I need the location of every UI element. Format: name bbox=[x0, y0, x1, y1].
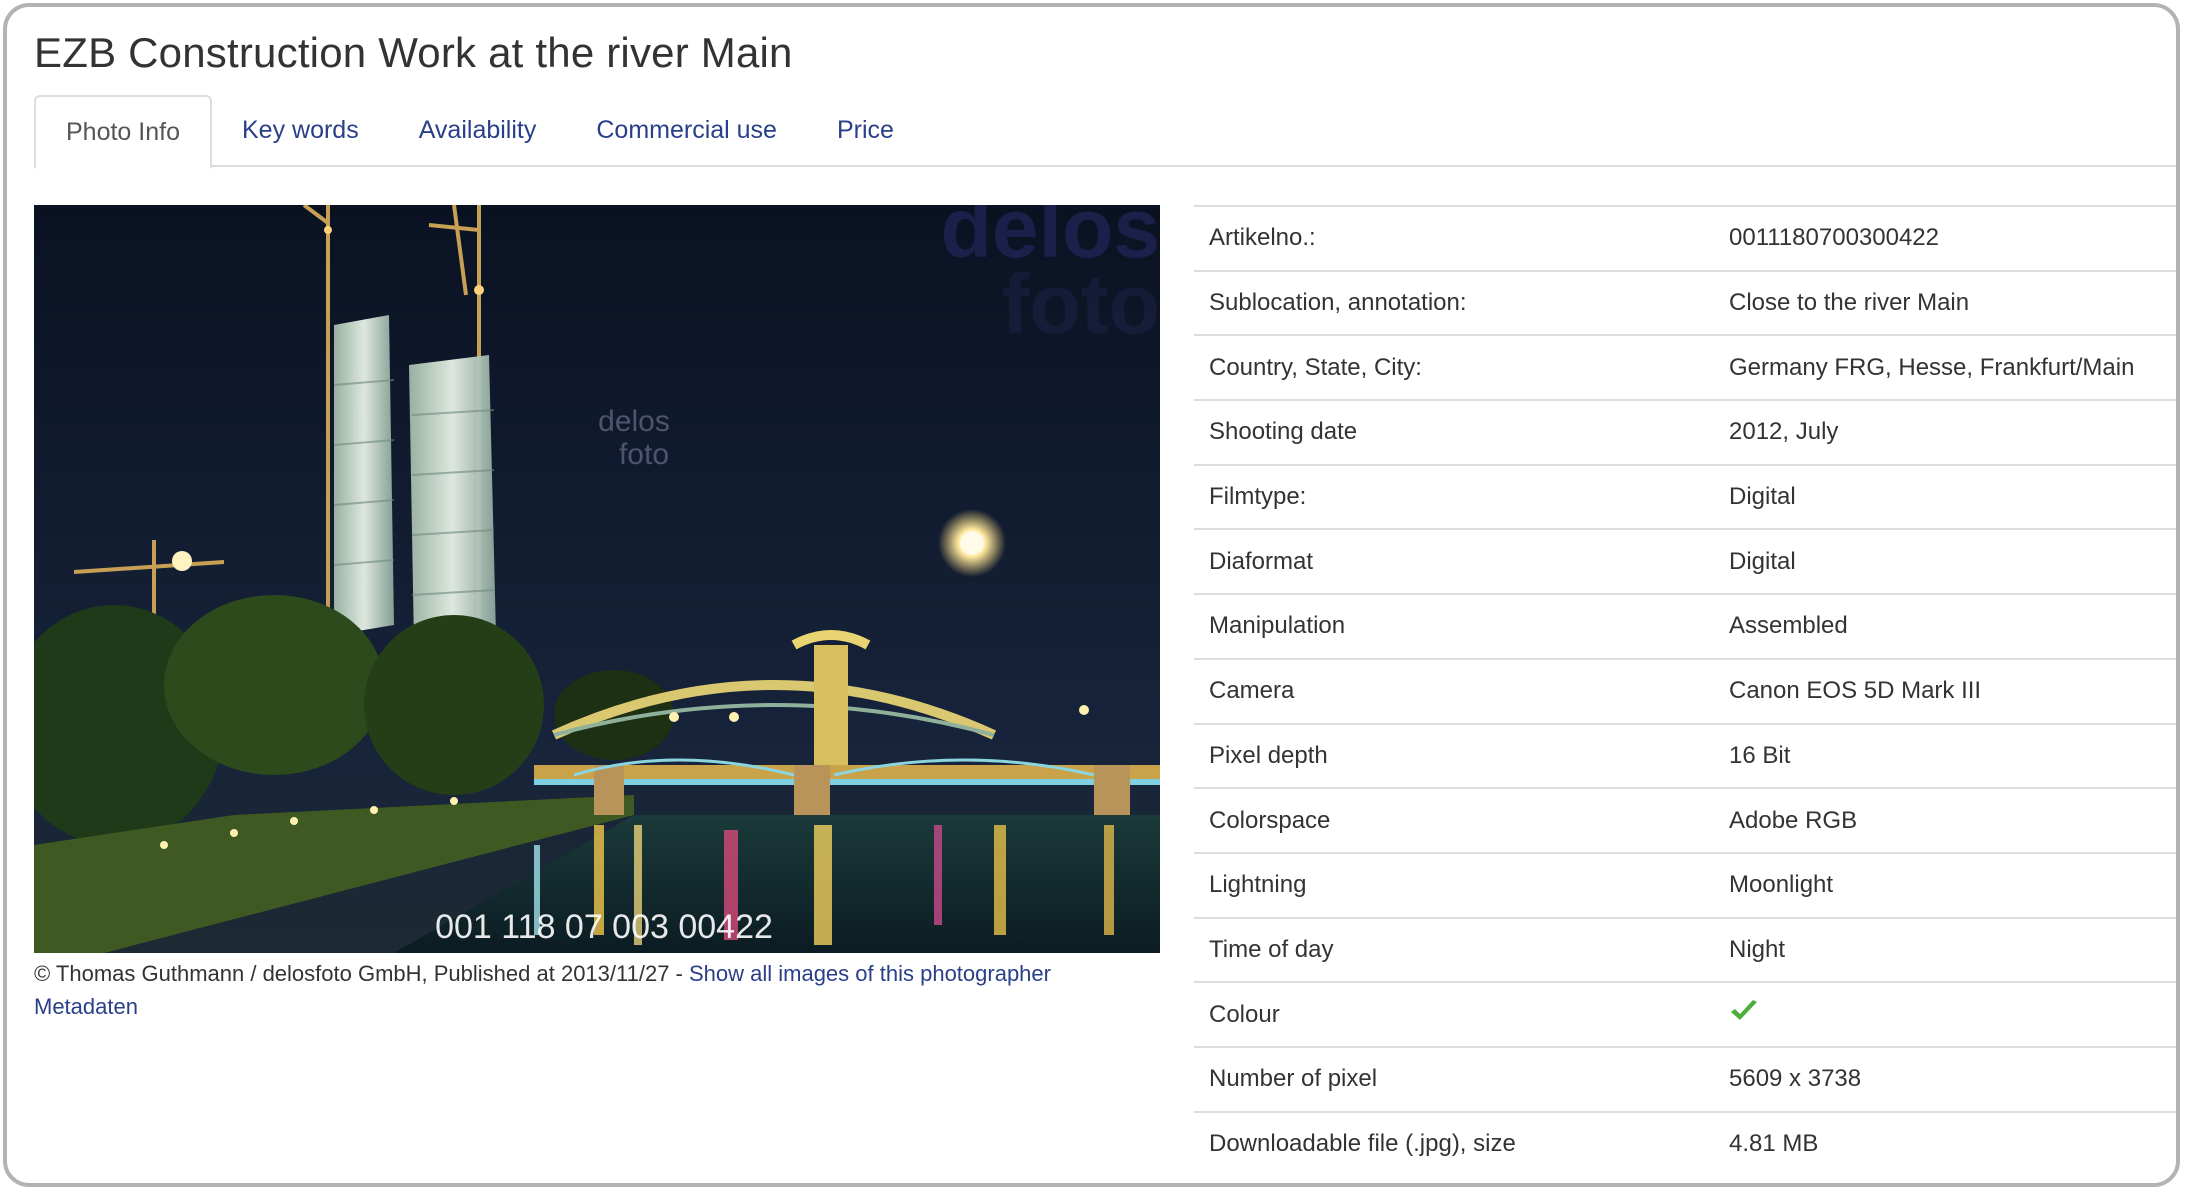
tab-availability[interactable]: Availability bbox=[389, 95, 567, 167]
table-row: Lightning Moonlight bbox=[1194, 852, 2176, 918]
photo-image[interactable]: delos foto delos foto 001 118 07 003 004… bbox=[34, 205, 1160, 953]
watermark-large-bottom: foto bbox=[1001, 257, 1160, 351]
table-row: Filmtype: Digital bbox=[1194, 464, 2176, 530]
row-value: 0011180700300422 bbox=[1729, 224, 1939, 252]
table-row: Country, State, City: Germany FRG, Hesse,… bbox=[1194, 335, 2176, 400]
row-label: Shooting date bbox=[1209, 418, 1358, 446]
row-value: Canon EOS 5D Mark III bbox=[1729, 677, 1982, 705]
row-value: Digital bbox=[1729, 547, 1796, 575]
tab-photo-info[interactable]: Photo Info bbox=[34, 95, 212, 169]
checkmark-icon bbox=[1729, 999, 1759, 1030]
table-row: Diaformat Digital bbox=[1194, 529, 2176, 594]
table-row: Pixel depth 16 Bit bbox=[1194, 723, 2176, 789]
table-row: Artikelno.: 0011180700300422 bbox=[1194, 206, 2176, 271]
row-label: Filmtype: bbox=[1209, 483, 1307, 511]
page-frame: EZB Construction Work at the river Main … bbox=[3, 3, 2180, 1187]
row-value: 4.81 MB bbox=[1729, 1130, 1819, 1158]
row-label: Diaformat bbox=[1209, 547, 1314, 575]
watermark-mid-top: delos bbox=[598, 405, 670, 438]
row-label: Artikelno.: bbox=[1209, 224, 1316, 252]
table-row: Manipulation Assembled bbox=[1194, 594, 2176, 659]
row-label: Downloadable file (.jpg), size bbox=[1209, 1130, 1516, 1158]
table-row: Colour bbox=[1194, 982, 2176, 1047]
row-value: Close to the river Main bbox=[1729, 289, 1970, 317]
row-value: 2012, July bbox=[1729, 418, 1839, 446]
tab-bar: Photo Info Key words Availability Commer… bbox=[34, 95, 2176, 169]
row-label: Pixel depth bbox=[1209, 741, 1328, 769]
row-value: Germany FRG, Hesse, Frankfurt/Main bbox=[1729, 353, 2135, 381]
row-label: Colour bbox=[1209, 1000, 1280, 1028]
table-row: Shooting date 2012, July bbox=[1194, 400, 2176, 465]
row-label: Manipulation bbox=[1209, 612, 1346, 640]
table-row: Sublocation, annotation: Close to the riv… bbox=[1194, 270, 2176, 336]
photo-caption: © Thomas Guthmann / delosfoto GmbH, Publ… bbox=[34, 957, 1164, 1023]
row-value: 5609 x 3738 bbox=[1729, 1065, 1862, 1093]
row-label: Time of day bbox=[1209, 935, 1334, 963]
table-row: Colorspace Adobe RGB bbox=[1194, 788, 2176, 853]
row-value bbox=[1714, 982, 2176, 1047]
row-label: Lightning bbox=[1209, 871, 1307, 899]
row-value: Night bbox=[1729, 935, 1786, 963]
caption-credit: © Thomas Guthmann / delosfoto GmbH, Publ… bbox=[34, 961, 689, 986]
row-label: Colorspace bbox=[1209, 806, 1331, 834]
row-label: Country, State, City: bbox=[1209, 353, 1422, 381]
table-row: Time of day Night bbox=[1194, 917, 2176, 983]
row-value: Digital bbox=[1729, 483, 1796, 511]
photographer-link[interactable]: Show all images of this photographer bbox=[689, 961, 1051, 986]
tab-key-words[interactable]: Key words bbox=[212, 95, 389, 167]
metadata-link[interactable]: Metadaten bbox=[34, 994, 138, 1019]
table-row: Downloadable file (.jpg), size 4.81 MB bbox=[1194, 1111, 2176, 1177]
tab-price[interactable]: Price bbox=[807, 95, 924, 167]
tab-commercial-use[interactable]: Commercial use bbox=[566, 95, 807, 167]
row-value: 16 Bit bbox=[1729, 741, 1791, 769]
row-label: Camera bbox=[1209, 677, 1295, 705]
table-row: Camera Canon EOS 5D Mark III bbox=[1194, 658, 2176, 724]
photo-info-table: Artikelno.: 0011180700300422 Sublocation,… bbox=[1194, 205, 2176, 1177]
watermark-mid-bottom: foto bbox=[619, 438, 669, 471]
row-label: Number of pixel bbox=[1209, 1065, 1378, 1093]
row-value: Adobe RGB bbox=[1729, 806, 1858, 834]
row-value: Assembled bbox=[1729, 612, 1848, 640]
row-label: Sublocation, annotation: bbox=[1209, 289, 1467, 317]
page-title: EZB Construction Work at the river Main bbox=[34, 29, 793, 76]
row-value: Moonlight bbox=[1729, 871, 1834, 899]
image-number-overlay: 001 118 07 003 00422 bbox=[435, 908, 773, 946]
table-row: Number of pixel 5609 x 3738 bbox=[1194, 1046, 2176, 1112]
